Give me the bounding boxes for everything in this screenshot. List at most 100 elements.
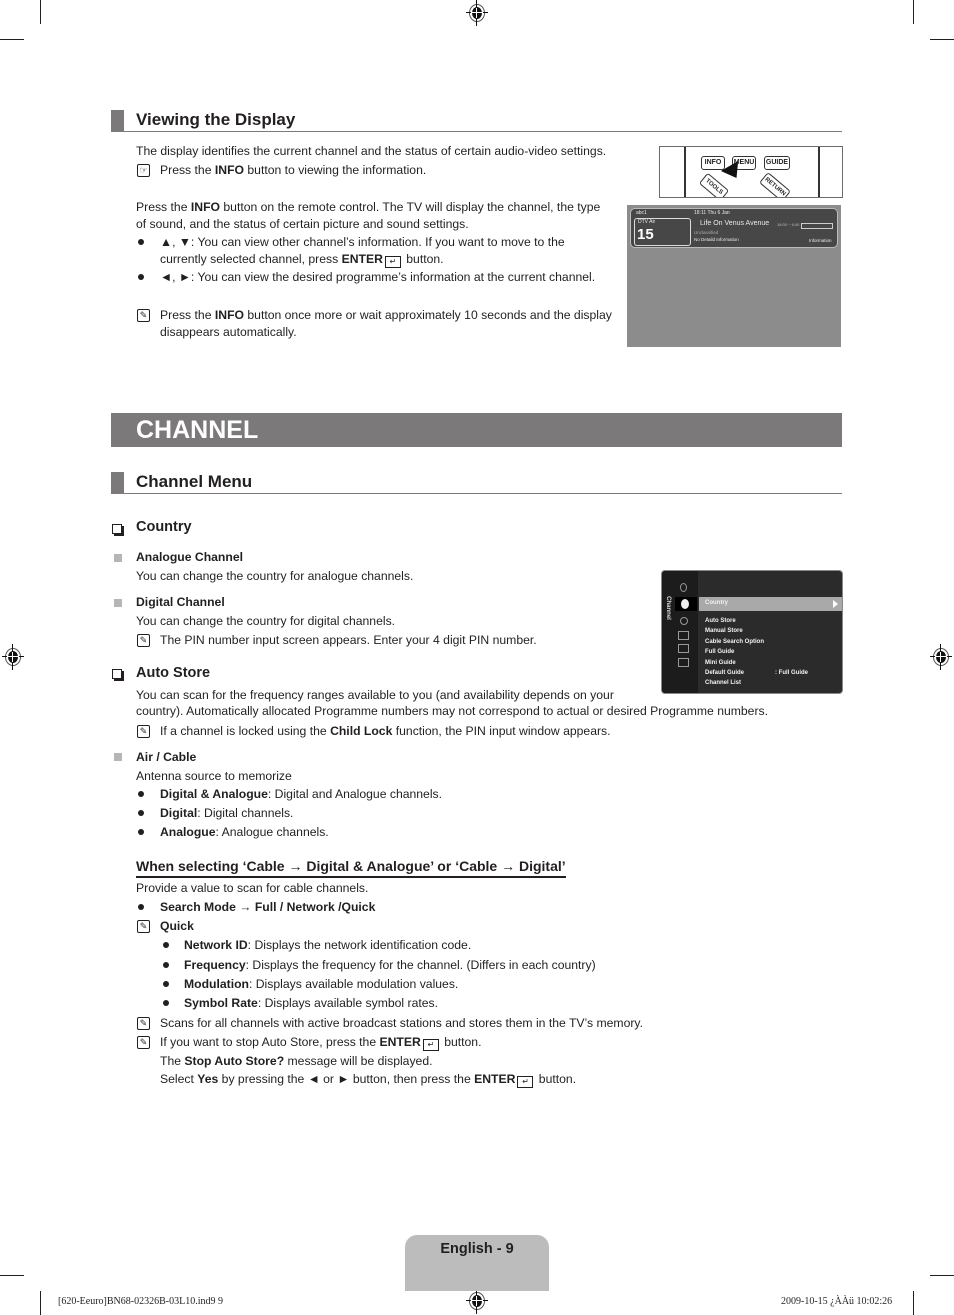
option-analogue: Analogue: Analogue channels. bbox=[160, 825, 329, 839]
digital-channel-text: You can change the country for digital c… bbox=[136, 614, 396, 628]
menu-item-country[interactable]: Country bbox=[705, 600, 728, 606]
crop-mark bbox=[0, 39, 24, 40]
setup-icon bbox=[680, 617, 688, 625]
crop-mark bbox=[0, 1275, 24, 1276]
analogue-channel-text: You can change the country for analogue … bbox=[136, 569, 414, 583]
channel-menu-screenshot: Channel Country Auto Store Manual Store … bbox=[661, 570, 843, 694]
menu-item-channel-list[interactable]: Channel List bbox=[705, 680, 741, 686]
enter-icon: ↵ bbox=[517, 1076, 534, 1088]
crop-mark bbox=[913, 1291, 914, 1315]
crop-mark bbox=[40, 1291, 41, 1315]
quick-item-symbol-rate: Symbol Rate: Displays available symbol r… bbox=[184, 996, 439, 1010]
note-icon: ✎ bbox=[137, 309, 150, 322]
bullet-up-down-line1: ▲, ▼: You can view other channel’s infor… bbox=[160, 235, 565, 249]
menu-item-manual-store[interactable]: Manual Store bbox=[705, 628, 743, 634]
footer-timestamp: 2009-10-15 ¿ÀÀü 10:02:26 bbox=[781, 1296, 893, 1307]
country-heading: Country bbox=[136, 519, 192, 535]
bullet-up-down-line2: currently selected channel, press ENTER ↵… bbox=[160, 252, 444, 268]
osd-channel-number: 15 bbox=[637, 226, 654, 243]
bullet-icon bbox=[138, 904, 144, 910]
info-note-line1: Press the INFO button once more or wait … bbox=[160, 308, 612, 322]
quick-item-network-id: Network ID: Displays the network identif… bbox=[184, 938, 472, 952]
osd-info-label: Information bbox=[809, 238, 832, 243]
bullet-icon bbox=[138, 791, 144, 797]
analogue-channel-heading: Analogue Channel bbox=[136, 550, 243, 564]
osd-source: DTV Air bbox=[638, 219, 656, 225]
crop-mark bbox=[40, 0, 41, 24]
quick-item-modulation: Modulation: Displays available modulatio… bbox=[184, 977, 459, 991]
bullet-icon bbox=[138, 810, 144, 816]
default-guide-value: : Full Guide bbox=[775, 670, 808, 676]
section-title: Viewing the Display bbox=[136, 110, 296, 129]
channel-icon bbox=[675, 597, 697, 611]
scan-note: Scans for all channels with active broad… bbox=[160, 1016, 643, 1030]
square-bullet-icon bbox=[114, 554, 122, 562]
option-digital-analogue: Digital & Analogue: Digital and Analogue… bbox=[160, 787, 443, 801]
note-icon: ✎ bbox=[137, 725, 150, 738]
section-heading-viewing-display: Viewing the Display bbox=[111, 110, 842, 132]
info-banner: abc1 DTV Air 15 18:11 Thu 6 Jan Life On … bbox=[630, 208, 838, 248]
registration-mark-icon bbox=[466, 0, 488, 26]
cable-intro: Provide a value to scan for cable channe… bbox=[136, 881, 369, 895]
footer-file-info: [620-Eeuro]BN68-02326B-03L10.ind9 9 bbox=[58, 1296, 223, 1307]
air-cable-text: Antenna source to memorize bbox=[136, 769, 292, 783]
info-note-line2: disappears automatically. bbox=[160, 325, 297, 339]
section-heading-channel-menu: Channel Menu bbox=[111, 472, 842, 494]
crop-mark bbox=[930, 39, 954, 40]
auto-store-text-line2: country). Automatically allocated Progra… bbox=[136, 704, 768, 718]
support-icon bbox=[678, 658, 689, 667]
air-cable-heading: Air / Cable bbox=[136, 750, 197, 764]
chapter-title: CHANNEL bbox=[136, 416, 259, 444]
bullet-left-right: ◄, ►: You can view the desired programme… bbox=[160, 270, 596, 284]
info-paragraph-line1: Press the INFO button on the remote cont… bbox=[136, 200, 601, 214]
heading-bar bbox=[111, 110, 124, 131]
remote-control-illustration: INFO MENU GUIDE TOOLS RETURN bbox=[659, 146, 843, 198]
intro-text: The display identifies the current chann… bbox=[136, 144, 607, 158]
select-yes-line: Select Yes by pressing the ◄ or ► button… bbox=[160, 1072, 577, 1088]
input-icon bbox=[678, 631, 689, 640]
menu-item-cable-search[interactable]: Cable Search Option bbox=[705, 639, 764, 645]
remote-guide-button: GUIDE bbox=[764, 156, 790, 170]
menu-side-label: Channel bbox=[664, 596, 671, 620]
remote-info-button: INFO bbox=[701, 156, 725, 170]
osd-programme: Life On Venus Avenue bbox=[700, 220, 770, 227]
checkbox-bullet-icon bbox=[112, 524, 122, 534]
crop-mark bbox=[930, 1275, 954, 1276]
bullet-icon bbox=[138, 829, 144, 835]
page-number: English - 9 bbox=[440, 1241, 514, 1257]
application-icon bbox=[678, 644, 689, 653]
pin-note: The PIN number input screen appears. Ent… bbox=[160, 633, 537, 647]
enter-icon: ↵ bbox=[384, 256, 401, 268]
enter-icon: ↵ bbox=[422, 1039, 439, 1051]
bullet-icon bbox=[163, 1000, 169, 1006]
option-digital: Digital: Digital channels. bbox=[160, 806, 294, 820]
remote-note-icon: ☞ bbox=[137, 164, 150, 177]
menu-item-mini-guide[interactable]: Mini Guide bbox=[705, 660, 736, 666]
search-mode: Search Mode → Full / Network /Quick bbox=[160, 900, 376, 914]
remote-body bbox=[684, 147, 820, 197]
registration-mark-icon bbox=[2, 644, 24, 670]
info-paragraph-line2: of sound, and the status of certain pict… bbox=[136, 217, 469, 231]
stop-note: If you want to stop Auto Store, press th… bbox=[160, 1035, 482, 1051]
cable-subheading: When selecting ‘Cable → Digital & Analog… bbox=[136, 858, 566, 878]
menu-item-full-guide[interactable]: Full Guide bbox=[705, 649, 734, 655]
bullet-icon bbox=[163, 981, 169, 987]
section-title: Channel Menu bbox=[136, 472, 253, 491]
note-icon: ✎ bbox=[137, 634, 150, 647]
digital-channel-heading: Digital Channel bbox=[136, 595, 225, 609]
crop-mark bbox=[913, 0, 914, 24]
chapter-banner: CHANNEL bbox=[111, 413, 842, 447]
page-number-tab: English - 9 bbox=[405, 1235, 549, 1291]
square-bullet-icon bbox=[114, 599, 122, 607]
osd-channel-name: abc1 bbox=[636, 210, 647, 216]
menu-item-auto-store[interactable]: Auto Store bbox=[705, 618, 736, 624]
checkbox-bullet-icon bbox=[112, 669, 122, 679]
registration-mark-icon bbox=[466, 1288, 488, 1314]
remote-note-text: Press the INFO button to viewing the inf… bbox=[160, 163, 427, 177]
square-bullet-icon bbox=[114, 753, 122, 761]
menu-item-default-guide[interactable]: Default Guide bbox=[705, 670, 744, 676]
quick-heading: Quick bbox=[160, 919, 194, 933]
auto-store-heading: Auto Store bbox=[136, 665, 211, 681]
note-icon: ✎ bbox=[137, 1036, 150, 1049]
child-lock-note: If a channel is locked using the Child L… bbox=[160, 724, 611, 738]
